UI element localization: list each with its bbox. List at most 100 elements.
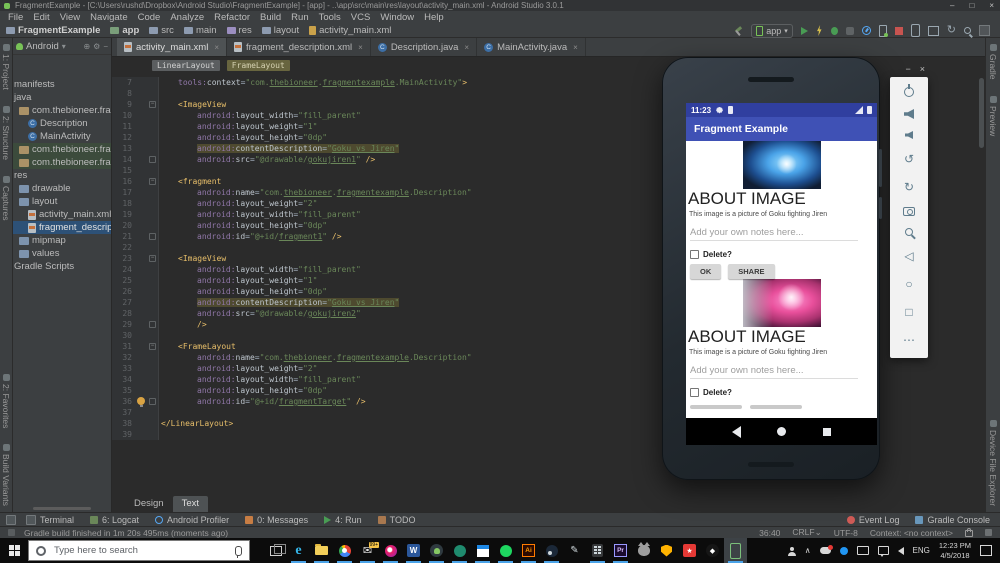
menu-navigate[interactable]: Navigate bbox=[85, 12, 133, 23]
fold-end-icon[interactable] bbox=[149, 233, 156, 240]
tree-item-com-thebioneer-fragmentexa[interactable]: com.thebioneer.fragmentexa bbox=[13, 104, 111, 117]
debug-button[interactable] bbox=[830, 24, 838, 37]
build-hammer-button[interactable] bbox=[734, 24, 743, 37]
breadcrumb-layout[interactable]: layout bbox=[261, 25, 299, 36]
tool-stripe-2-favorites[interactable]: 2: Favorites bbox=[1, 373, 11, 428]
menu-analyze[interactable]: Analyze bbox=[165, 12, 209, 23]
breadcrumb-fragmentexample[interactable]: FragmentExample bbox=[6, 25, 100, 36]
share-button[interactable]: SHARE bbox=[728, 264, 775, 279]
project-structure-button[interactable] bbox=[979, 24, 990, 37]
search-everywhere-button[interactable] bbox=[964, 24, 971, 37]
taskbar-edge[interactable]: e bbox=[287, 538, 310, 563]
emulator-volume-up-button[interactable] bbox=[904, 109, 914, 119]
xml-breadcrumb-linearlayout[interactable]: LinearLayout bbox=[152, 59, 220, 71]
menu-view[interactable]: View bbox=[55, 12, 85, 23]
taskbar-android-studio[interactable] bbox=[425, 538, 448, 563]
emulator-rotate-left-button[interactable]: ↺ bbox=[901, 151, 917, 167]
taskbar-unity[interactable]: ◆ bbox=[701, 538, 724, 563]
line-ending-selector[interactable]: CRLF⌄ bbox=[792, 527, 821, 538]
tool-stripe-captures[interactable]: Captures bbox=[1, 175, 11, 220]
taskbar-green-app[interactable] bbox=[448, 538, 471, 563]
nav-home-button[interactable] bbox=[777, 427, 787, 436]
tree-item-values[interactable]: values bbox=[13, 247, 111, 260]
bluetooth-icon[interactable] bbox=[839, 546, 848, 555]
tool-window-anchor-icon[interactable] bbox=[6, 514, 16, 525]
menu-window[interactable]: Window bbox=[375, 12, 419, 23]
close-tab-icon[interactable]: × bbox=[358, 43, 363, 52]
taskbar-spotify[interactable] bbox=[494, 538, 517, 563]
taskbar-clock[interactable]: 12:23 PM 4/5/2018 bbox=[939, 541, 971, 561]
lock-icon[interactable] bbox=[965, 528, 973, 537]
taskbar-red-app[interactable]: ★ bbox=[678, 538, 701, 563]
language-indicator[interactable]: ENG bbox=[913, 546, 930, 555]
share-button-cut[interactable] bbox=[750, 405, 802, 409]
avd-manager-button[interactable] bbox=[910, 24, 920, 37]
coverage-button[interactable] bbox=[845, 24, 854, 37]
tool-stripe-2-structure[interactable]: 2: Structure bbox=[1, 105, 11, 160]
tool-stripe-device-file-explorer[interactable]: Device File Explorer bbox=[988, 419, 998, 506]
emulator-more-button[interactable]: ⋯ bbox=[901, 332, 917, 348]
breadcrumb-main[interactable]: main bbox=[183, 25, 217, 36]
chat-icon[interactable] bbox=[877, 546, 889, 557]
volume-icon[interactable] bbox=[897, 546, 904, 555]
tool-window-todo[interactable]: TODO bbox=[377, 515, 415, 525]
notes-input[interactable]: Add your own notes here... bbox=[690, 227, 858, 241]
tree-item-gradle-scripts[interactable]: Gradle Scripts bbox=[13, 260, 111, 273]
menu-vcs[interactable]: VCS bbox=[346, 12, 376, 23]
tree-item-res[interactable]: res bbox=[13, 169, 111, 182]
nav-back-button[interactable] bbox=[732, 425, 742, 438]
encoding-selector[interactable]: UTF-8 bbox=[834, 528, 858, 538]
ok-button-cut[interactable] bbox=[690, 405, 742, 409]
start-button[interactable] bbox=[0, 538, 28, 563]
tool-stripe-preview[interactable]: Preview bbox=[988, 95, 998, 136]
xml-breadcrumb-framelayout[interactable]: FrameLayout bbox=[226, 59, 290, 71]
taskbar-android-emulator[interactable] bbox=[724, 538, 747, 563]
fold-collapse-icon[interactable]: − bbox=[149, 101, 156, 108]
profiler-button[interactable] bbox=[861, 24, 871, 37]
apply-changes-button[interactable] bbox=[816, 24, 823, 37]
delete-checkbox[interactable] bbox=[690, 250, 699, 259]
tool-window-terminal[interactable]: Terminal bbox=[26, 514, 74, 525]
emulator-home-button[interactable]: ○ bbox=[901, 276, 917, 292]
taskbar-word[interactable]: W bbox=[402, 538, 425, 563]
menu-file[interactable]: File bbox=[3, 12, 28, 23]
taskbar-illustrator[interactable]: Ai bbox=[517, 538, 540, 563]
nav-overview-button[interactable] bbox=[822, 427, 831, 436]
cloud-error-icon[interactable] bbox=[819, 545, 833, 554]
tool-window-android-profiler[interactable]: Android Profiler bbox=[155, 515, 229, 525]
attach-debugger-button[interactable] bbox=[878, 24, 888, 37]
emulator-zoom-button[interactable] bbox=[905, 228, 913, 236]
editor-scrollbar[interactable] bbox=[979, 78, 984, 148]
tool-window-0-messages[interactable]: 0: Messages bbox=[245, 515, 308, 525]
tool-window-6-logcat[interactable]: 6: Logcat bbox=[90, 515, 139, 525]
breadcrumb-res[interactable]: res bbox=[226, 25, 252, 36]
taskbar-shield-app[interactable] bbox=[655, 538, 678, 563]
editor-mode-text[interactable]: Text bbox=[172, 496, 209, 512]
breadcrumb-activity_main.xml[interactable]: activity_main.xml bbox=[309, 25, 391, 36]
taskbar-calculator[interactable] bbox=[586, 538, 609, 563]
touch-keyboard-icon[interactable] bbox=[856, 546, 869, 555]
taskbar-paint[interactable] bbox=[379, 538, 402, 563]
menu-refactor[interactable]: Refactor bbox=[209, 12, 255, 23]
taskbar-premiere[interactable]: Pr bbox=[609, 538, 632, 563]
tree-item-description[interactable]: C Description bbox=[13, 117, 111, 130]
taskbar-cat-app[interactable] bbox=[632, 538, 655, 563]
emulator-power-button[interactable] bbox=[904, 84, 914, 97]
tool-stripe-1-project[interactable]: 1: Project bbox=[1, 44, 11, 90]
emulator-back-button[interactable]: ◁ bbox=[901, 248, 917, 264]
tree-item-com-thebioneer-fragmentex[interactable]: com.thebioneer.fragmentex bbox=[13, 143, 111, 156]
search-input[interactable] bbox=[52, 544, 229, 557]
project-view-mode[interactable]: Android bbox=[26, 41, 59, 52]
fold-collapse-icon[interactable]: − bbox=[149, 255, 156, 262]
tree-item-mipmap[interactable]: mipmap bbox=[13, 234, 111, 247]
action-center-icon[interactable] bbox=[980, 545, 992, 556]
tab-activity-main-xml[interactable]: activity_main.xml × bbox=[117, 38, 227, 56]
people-icon[interactable] bbox=[787, 546, 796, 556]
tree-item-java[interactable]: java bbox=[13, 91, 111, 104]
close-tab-icon[interactable]: × bbox=[464, 43, 469, 52]
stop-button[interactable] bbox=[894, 24, 903, 37]
sync-project-button[interactable]: ↻ bbox=[947, 24, 956, 37]
taskbar-steam[interactable] bbox=[540, 538, 563, 563]
microphone-icon[interactable] bbox=[235, 545, 242, 558]
menu-build[interactable]: Build bbox=[255, 12, 286, 23]
